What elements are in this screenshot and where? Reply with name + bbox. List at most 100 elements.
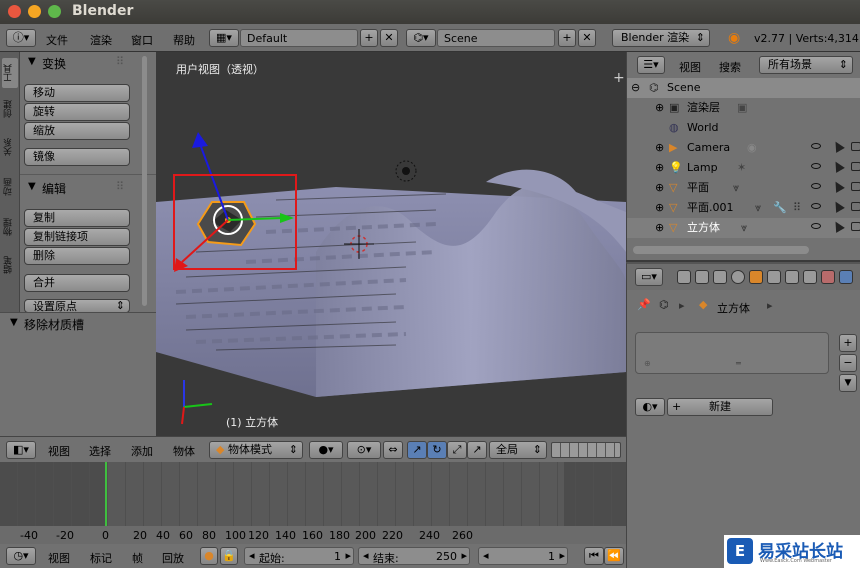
tab-tools[interactable]: 工具 (2, 58, 18, 88)
scene-name-field[interactable]: Scene (437, 29, 555, 47)
object-tab-icon[interactable] (749, 270, 763, 284)
scale-button[interactable]: 缩放 (24, 122, 130, 140)
visibility-eye-icon[interactable] (811, 183, 821, 189)
render-tab-icon[interactable] (677, 270, 691, 284)
material-tab-icon[interactable] (821, 270, 835, 284)
delete-button[interactable]: 删除 (24, 247, 130, 265)
collapse-edit-icon[interactable]: ▼ (28, 181, 36, 192)
expand-icon[interactable]: ⊕ (655, 198, 664, 218)
selectability-icon[interactable] (831, 219, 845, 233)
outliner-row-camera[interactable]: ⊕ ▶ Camera ◉ (627, 138, 860, 158)
drag-handle-icon[interactable]: ⠿ (116, 180, 124, 193)
visibility-eye-icon[interactable] (811, 203, 821, 209)
screen-layout-icon[interactable]: ▦▾ (209, 29, 239, 47)
mesh-data-icon[interactable]: ⩔ (741, 218, 747, 238)
menu-help[interactable]: 帮助 (173, 32, 195, 48)
collapse-icon[interactable]: ⊖ (631, 78, 640, 98)
renderability-icon[interactable] (851, 162, 860, 171)
selectability-icon[interactable] (831, 159, 845, 173)
vertex-group-icon[interactable]: ⠿ (793, 198, 801, 218)
outliner-row-plane[interactable]: ⊕ ▽ 平面 ⩔ (627, 178, 860, 198)
menu-timeline-view[interactable]: 视图 (48, 550, 70, 566)
visibility-eye-icon[interactable] (811, 143, 821, 149)
editor-type-timeline-button[interactable]: ◷▾ (6, 547, 36, 565)
lamp-data-icon[interactable]: ✶ (737, 158, 746, 178)
render-layers-tab-icon[interactable] (695, 270, 709, 284)
tab-animation[interactable]: 动画 (2, 172, 18, 202)
start-frame-field[interactable]: ◂ 起始: 1 ▸ (244, 547, 354, 565)
z-axis-arrow[interactable] (192, 132, 208, 148)
collapse-operator-icon[interactable]: ▼ (10, 317, 18, 328)
add-scene-button[interactable]: + (558, 29, 576, 47)
toolshelf-scrollbar[interactable] (142, 56, 147, 306)
duplicate-linked-button[interactable]: 复制链接项 (24, 228, 130, 246)
rotate-button[interactable]: 旋转 (24, 103, 130, 121)
display-mode-select[interactable]: 所有场景 ⇕ (759, 56, 853, 74)
move-button[interactable]: 移动 (24, 84, 130, 102)
timeline[interactable]: -40 -20 0 20 40 60 80 100 120 140 160 18… (0, 462, 626, 544)
visibility-eye-icon[interactable] (811, 223, 821, 229)
outliner-row-cube[interactable]: ⊕ ▽ 立方体 ⩔ (627, 218, 860, 238)
menu-view[interactable]: 视图 (48, 443, 70, 459)
expand-icon[interactable]: ⊕ (655, 98, 664, 118)
end-frame-field[interactable]: ◂ 结束: 250 ▸ (358, 547, 470, 565)
renderability-icon[interactable] (851, 222, 860, 231)
3d-viewport[interactable]: + 用户视图（透视） (1) 立方体 (156, 52, 626, 436)
editor-type-properties-button[interactable]: ▭▾ (635, 268, 663, 286)
menu-outliner-view[interactable]: 视图 (679, 59, 701, 75)
layer-buttons[interactable] (551, 442, 621, 458)
data-tab-icon[interactable] (803, 270, 817, 284)
maximize-window-button[interactable] (48, 5, 61, 18)
mesh-data-icon[interactable]: ⩔ (755, 198, 761, 218)
rotate-tool-icon[interactable]: ↻ (427, 441, 447, 459)
scene-tab-icon[interactable] (713, 270, 727, 284)
mesh-data-icon[interactable]: ⩔ (733, 178, 739, 198)
outliner-row-world[interactable]: ◍ World (627, 118, 860, 138)
current-frame-field[interactable]: ◂ 1 ▸ (478, 547, 568, 565)
expand-icon[interactable]: ⊕ (655, 178, 664, 198)
outliner-row-scene[interactable]: ⊖ ⌬ Scene (627, 78, 860, 98)
shading-select[interactable]: ●▾ (309, 441, 343, 459)
duplicate-button[interactable]: 复制 (24, 209, 130, 227)
prev-keyframe-icon[interactable]: ⏪ (604, 547, 624, 565)
set-origin-button[interactable]: 设置原点 ⇕ (24, 299, 130, 313)
tab-physics[interactable]: 物理 (2, 212, 18, 242)
record-icon[interactable]: ● (200, 547, 218, 565)
camera-data-icon[interactable]: ◉ (747, 138, 757, 158)
pin-icon[interactable]: 📌 (637, 298, 651, 311)
menu-object[interactable]: 物体 (173, 443, 195, 459)
collapse-transform-icon[interactable]: ▼ (28, 56, 36, 67)
menu-file[interactable]: 文件 (46, 32, 68, 48)
visibility-eye-icon[interactable] (811, 163, 821, 169)
new-material-button[interactable]: + 新建 (667, 398, 773, 416)
scale-tool-icon[interactable]: ⤢ (447, 441, 467, 459)
editor-type-info-button[interactable]: ⓘ▾ (6, 29, 36, 47)
menu-outliner-search[interactable]: 搜索 (719, 59, 741, 75)
tab-create[interactable]: 创建 (2, 94, 18, 124)
list-resize-handle[interactable]: ═ (736, 359, 741, 368)
renderability-icon[interactable] (851, 202, 860, 211)
menu-render[interactable]: 渲染 (90, 32, 112, 48)
orientation-select[interactable]: 全局 ⇕ (489, 441, 547, 459)
slot-specials-button[interactable]: ▼ (839, 374, 857, 392)
menu-playback[interactable]: 回放 (162, 550, 184, 566)
lock-icon[interactable]: 🔒 (220, 547, 238, 565)
add-layout-button[interactable]: + (360, 29, 378, 47)
remove-layout-button[interactable]: ✕ (380, 29, 398, 47)
close-window-button[interactable] (8, 5, 21, 18)
remove-slot-button[interactable]: − (839, 354, 857, 372)
menu-select[interactable]: 选择 (89, 443, 111, 459)
translate-tool-icon[interactable]: ↗ (407, 441, 427, 459)
editor-type-outliner-button[interactable]: ☰▾ (637, 56, 665, 74)
menu-frame[interactable]: 帧 (132, 550, 143, 566)
texture-tab-icon[interactable] (839, 270, 853, 284)
remove-scene-button[interactable]: ✕ (578, 29, 596, 47)
outliner-row-render-layers[interactable]: ⊕ ▣ 渲染层 ▣ (627, 98, 860, 118)
editor-type-3d-button[interactable]: ◧▾ (6, 441, 36, 459)
jump-start-icon[interactable]: ⏮ (584, 547, 604, 565)
renderability-icon[interactable] (851, 142, 860, 151)
scene-icon[interactable]: ⌬▾ (406, 29, 436, 47)
mirror-button[interactable]: 镜像 (24, 148, 130, 166)
current-frame-indicator[interactable] (105, 462, 107, 528)
renderability-icon[interactable] (851, 182, 860, 191)
